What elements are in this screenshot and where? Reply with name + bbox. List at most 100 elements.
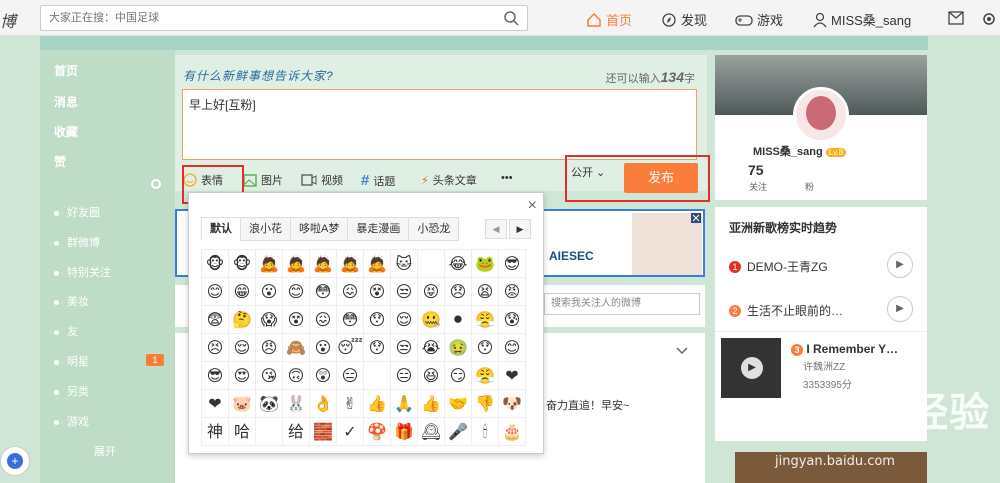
emoji-cell[interactable]: 😊	[283, 278, 310, 306]
emoji-cell[interactable]: 😠	[256, 334, 283, 362]
trend-item[interactable]: 2 生活不止眼前的…	[729, 302, 843, 319]
emoji-cell[interactable]: 🙏	[391, 390, 418, 418]
music-title[interactable]: 3 I Remember Y…	[791, 342, 898, 356]
emoji-cell[interactable]: 🐸	[472, 250, 499, 278]
emoji-cell[interactable]: 🙇	[310, 250, 337, 278]
emoji-cell[interactable]: 😳	[337, 306, 364, 334]
sidebar-item-likes[interactable]: 赞	[54, 153, 66, 170]
feed-search-input[interactable]: 搜索我关注人的微博	[544, 293, 700, 315]
emoji-cell[interactable]: 🤢	[445, 334, 472, 362]
emoji-cell[interactable]: 😖	[337, 278, 364, 306]
emoji-cell[interactable]: 🙃	[283, 362, 310, 390]
trend-item[interactable]: 1 DEMO-王青ZG	[729, 258, 828, 275]
emoji-cell[interactable]: 😒	[391, 278, 418, 306]
emoji-cell[interactable]: 🤐	[418, 306, 445, 334]
emoji-cell[interactable]: 😴	[337, 334, 364, 362]
nav-discover[interactable]: 发现	[661, 10, 707, 29]
emoji-cell[interactable]: 👎	[472, 390, 499, 418]
nav-home[interactable]: 首页	[586, 10, 632, 29]
sidebar-item-home[interactable]: 首页	[54, 62, 78, 79]
tool-more[interactable]: •••	[501, 172, 513, 184]
emoji-cell[interactable]	[364, 362, 391, 390]
mail-icon[interactable]	[948, 11, 964, 25]
emoji-cell[interactable]: 👍	[418, 390, 445, 418]
emoji-cell[interactable]: 😯	[472, 334, 499, 362]
emoji-cell[interactable]: 😨	[202, 306, 229, 334]
sidebar-group-groups[interactable]: 群微博	[54, 234, 100, 250]
emoji-cell[interactable]: 😱	[256, 306, 283, 334]
emoji-cell[interactable]: 🎂	[499, 418, 526, 446]
emoji-tab-doraemon[interactable]: 哆啦A梦	[291, 217, 349, 241]
sidebar-item-favorites[interactable]: 收藏	[54, 123, 78, 140]
emoji-cell[interactable]: 🐵	[229, 250, 256, 278]
emoji-cell[interactable]: 🎤	[445, 418, 472, 446]
sidebar-sub-friends[interactable]: 友	[54, 323, 78, 339]
next-arrow-icon[interactable]: ▶	[509, 219, 531, 239]
emoji-cell[interactable]: 😫	[472, 278, 499, 306]
play-icon[interactable]: ▶	[887, 252, 913, 278]
post-textarea[interactable]: 早上好[互粉]	[182, 89, 697, 160]
emoji-cell[interactable]: 😳	[310, 278, 337, 306]
close-icon[interactable]	[691, 213, 701, 223]
emoji-tab-dinosaur[interactable]: 小恐龙	[409, 217, 460, 241]
search-icon[interactable]	[503, 10, 519, 26]
emoji-cell[interactable]: 🐵	[202, 250, 229, 278]
emoji-cell[interactable]: 给	[283, 418, 310, 446]
sidebar-sub-stars[interactable]: 明星	[54, 353, 89, 369]
sidebar-sub-games[interactable]: 游戏	[54, 413, 89, 429]
emoji-cell[interactable]: 哈	[229, 418, 256, 446]
follow-count[interactable]: 75	[748, 162, 764, 178]
emoji-cell[interactable]: 😑	[391, 362, 418, 390]
emoji-cell[interactable]	[418, 250, 445, 278]
sidebar-sub-beauty[interactable]: 美妆	[54, 293, 89, 309]
emoji-cell[interactable]: 🙇	[364, 250, 391, 278]
sidebar-sub-other[interactable]: 另类	[54, 383, 89, 399]
avatar[interactable]	[793, 87, 849, 143]
emoji-cell[interactable]: ❤	[202, 390, 229, 418]
emoji-cell[interactable]: 🙇	[283, 250, 310, 278]
sidebar-item-messages[interactable]: 消息	[54, 93, 78, 110]
tool-article[interactable]: ⚡ 头条文章	[421, 172, 477, 188]
settings-icon[interactable]	[981, 11, 997, 27]
nav-games[interactable]: 游戏	[735, 10, 783, 29]
prev-arrow-icon[interactable]: ◀	[485, 219, 507, 239]
emoji-cell[interactable]: 🧱	[310, 418, 337, 446]
emoji-cell[interactable]: 😮	[310, 334, 337, 362]
emoji-cell[interactable]: 😌	[391, 306, 418, 334]
album-cover[interactable]	[721, 338, 781, 398]
emoji-cell[interactable]: 🐶	[499, 390, 526, 418]
emoji-cell[interactable]: 🤝	[445, 390, 472, 418]
emoji-cell[interactable]: 😵	[364, 278, 391, 306]
emoji-cell[interactable]: 😡	[499, 278, 526, 306]
emoji-cell[interactable]: 😭	[418, 334, 445, 362]
emoji-cell[interactable]: 😘	[256, 362, 283, 390]
emoji-cell[interactable]: 😎	[202, 362, 229, 390]
emoji-cell[interactable]: ✓	[337, 418, 364, 446]
emoji-cell[interactable]: 🕰	[418, 418, 445, 446]
emoji-cell[interactable]: 🐼	[256, 390, 283, 418]
emoji-cell[interactable]: 😰	[499, 306, 526, 334]
tool-topic[interactable]: # 话题	[361, 172, 395, 189]
emoji-cell[interactable]: 🕯	[472, 418, 499, 446]
play-icon[interactable]: ▶	[887, 296, 913, 322]
emoji-cell[interactable]: 😤	[472, 362, 499, 390]
sidebar-group-friends[interactable]: 好友圈	[54, 204, 100, 220]
float-add-button[interactable]	[0, 446, 30, 476]
emoji-cell[interactable]: 😊	[202, 278, 229, 306]
emoji-cell[interactable]: 🙇	[256, 250, 283, 278]
tool-video[interactable]: 视频	[301, 172, 343, 188]
emoji-cell[interactable]: 😊	[499, 334, 526, 362]
emoji-cell[interactable]: 😆	[418, 362, 445, 390]
visibility-select[interactable]: 公开 ⌄	[571, 164, 605, 180]
emoji-cell[interactable]: 👍	[364, 390, 391, 418]
emoji-cell[interactable]: 😯	[364, 334, 391, 362]
emoji-cell[interactable]: ⚫	[445, 306, 472, 334]
emoji-cell[interactable]: 😏	[445, 362, 472, 390]
emoji-cell[interactable]: 😵	[283, 306, 310, 334]
emoji-cell[interactable]: 👌	[310, 390, 337, 418]
weibo-logo[interactable]: 博	[0, 8, 16, 32]
emoji-cell[interactable]: 😲	[310, 362, 337, 390]
emoji-cell[interactable]: 😎	[499, 250, 526, 278]
emoji-cell[interactable]: 😞	[445, 278, 472, 306]
close-icon[interactable]: ×	[528, 197, 537, 215]
